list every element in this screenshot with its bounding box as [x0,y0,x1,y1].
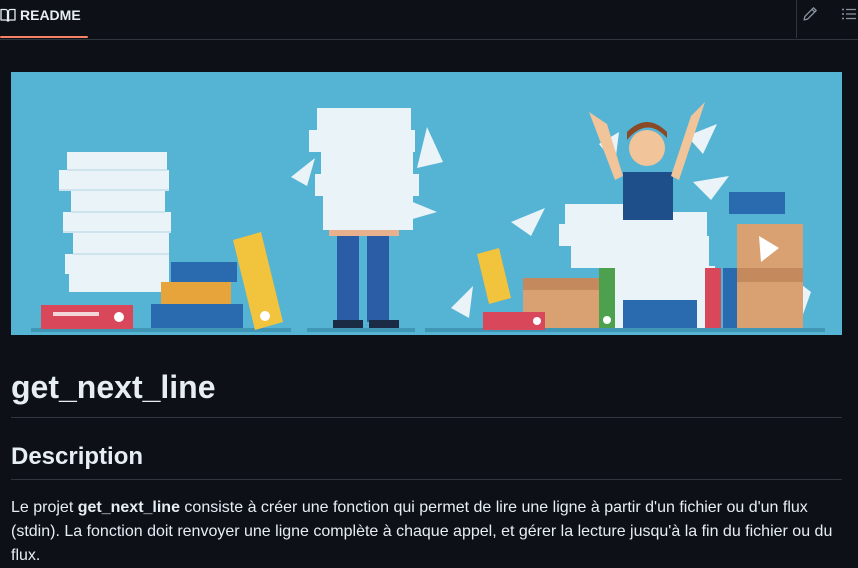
tab-readme-label: README [20,7,81,23]
title-divider [11,417,842,418]
section-divider [11,479,842,480]
toolbar-divider [796,0,797,38]
book-icon [0,7,16,23]
pencil-icon [802,6,818,27]
page-title: get_next_line [11,369,216,405]
outline-button[interactable] [838,5,858,27]
para-prefix: Le projet [11,499,78,516]
readme-header: README [0,0,858,40]
tab-readme[interactable]: README [0,0,88,38]
edit-button[interactable] [799,5,821,27]
readme-banner [11,72,842,335]
list-icon [841,6,857,27]
description-paragraph: Le projet get_next_line consiste à créer… [11,496,842,568]
section-heading-description: Description [11,443,144,470]
active-tab-indicator [0,36,88,38]
banner-illustration [11,72,842,335]
para-bold-project-name: get_next_line [77,499,180,516]
